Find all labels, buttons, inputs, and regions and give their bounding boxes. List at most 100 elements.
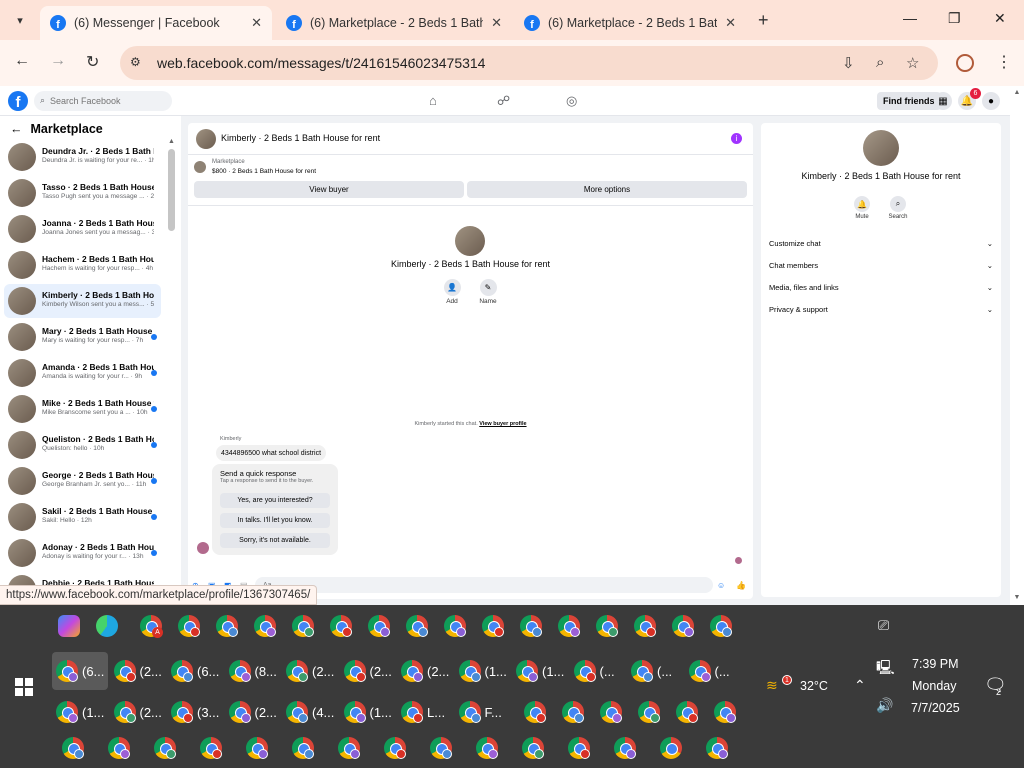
- conversation-item[interactable]: George · 2 Beds 1 Bath Hous... George Bra…: [4, 464, 161, 498]
- meet-now-icon[interactable]: ⎚: [878, 617, 889, 634]
- zoom-icon[interactable]: ⌕: [876, 54, 884, 71]
- tab-messenger[interactable]: f (6) Messenger | Facebook ✕: [40, 6, 272, 40]
- account-icon[interactable]: ●: [982, 92, 1000, 110]
- message-input[interactable]: [255, 577, 713, 593]
- weather-icon[interactable]: ≋: [766, 677, 778, 694]
- home-icon[interactable]: ⌂: [429, 93, 437, 108]
- profile-badge-icon: [585, 672, 596, 682]
- view-buyer-profile-link[interactable]: View buyer profile: [479, 421, 526, 427]
- scroll-up-icon[interactable]: ▲: [1010, 89, 1024, 96]
- clock-date[interactable]: 7/7/2025: [911, 701, 960, 715]
- quick-reply-yes[interactable]: Yes, are you interested?: [220, 493, 330, 508]
- profile-badge-icon: [68, 672, 78, 682]
- groups-icon[interactable]: ◎: [566, 93, 577, 109]
- volume-icon[interactable]: 🔊: [876, 697, 893, 714]
- media-files-links-item[interactable]: Media, files and links ⌄: [769, 281, 993, 293]
- network-icon[interactable]: 🖳: [876, 657, 895, 681]
- profile-badge-icon: [240, 672, 251, 682]
- chat-center-name: Kimberly · 2 Beds 1 Bath House for rent: [390, 259, 551, 269]
- customize-chat-item[interactable]: Customize chat ⌄: [769, 237, 993, 249]
- scroll-down-icon[interactable]: ▼: [1010, 594, 1024, 601]
- chrome-menu-icon[interactable]: ⋮: [996, 52, 1012, 72]
- tab-close-icon[interactable]: ✕: [491, 15, 502, 31]
- chevron-up-icon[interactable]: ⌃: [854, 677, 866, 694]
- install-app-icon[interactable]: ⇩: [842, 54, 855, 72]
- conversation-item[interactable]: Queliston · 2 Beds 1 Bath Ho... Queliston…: [4, 428, 161, 462]
- emoji-icon[interactable]: ☺: [717, 581, 725, 590]
- conversation-item[interactable]: Deundra Jr. · 2 Beds 1 Bath Ho...Deundra…: [4, 140, 161, 174]
- quick-reply-not-available[interactable]: Sorry, it's not available.: [220, 533, 330, 548]
- address-bar[interactable]: ⚙ web.facebook.com/messages/t/2416154602…: [120, 46, 938, 80]
- facebook-favicon-icon: f: [286, 15, 302, 31]
- weather-temp[interactable]: 32°C: [800, 679, 828, 693]
- chat-members-item[interactable]: Chat members ⌄: [769, 259, 993, 271]
- back-button[interactable]: ←: [14, 52, 30, 70]
- conversation-title: Tasso · 2 Beds 1 Bath House fo...: [42, 182, 154, 192]
- name-button[interactable]: ✎ Name: [473, 279, 503, 305]
- page-scrollbar[interactable]: ▲ ▼: [1010, 86, 1024, 605]
- privacy-support-item[interactable]: Privacy & support ⌄: [769, 303, 993, 315]
- conversation-item[interactable]: Hachem · 2 Beds 1 Bath House...Hachem is…: [4, 248, 161, 282]
- close-window-button[interactable]: ✕: [994, 10, 1006, 27]
- conversation-item[interactable]: Kimberly · 2 Beds 1 Bath Hous...Kimberly…: [4, 284, 161, 318]
- chat-title[interactable]: Kimberly · 2 Beds 1 Bath House for rent: [221, 133, 380, 143]
- notification-count: 2: [996, 687, 1002, 697]
- info-icon[interactable]: i: [731, 133, 742, 144]
- reload-button[interactable]: ↻: [86, 52, 99, 72]
- avatar: [8, 539, 36, 567]
- tab-close-icon[interactable]: ✕: [725, 15, 736, 31]
- edge-icon[interactable]: [96, 615, 118, 637]
- marketplace-header: ← Marketplace: [10, 122, 103, 136]
- list-scrollbar[interactable]: ▲: [168, 138, 176, 258]
- profile-badge-icon: [488, 749, 498, 759]
- forward-button[interactable]: →: [50, 52, 66, 70]
- message-bubble: 4344896500 what school district: [216, 445, 327, 461]
- chrome-taskbar-icon[interactable]: [660, 737, 682, 759]
- unread-dot: [151, 550, 157, 556]
- avatar[interactable]: [196, 129, 216, 149]
- more-options-button[interactable]: More options: [467, 181, 747, 198]
- minimize-button[interactable]: —: [903, 10, 917, 26]
- profile-badge-icon: [722, 627, 732, 637]
- notification-badge: 6: [970, 88, 981, 99]
- conversation-item[interactable]: Sakil · 2 Beds 1 Bath House f... Sakil: H…: [4, 500, 161, 534]
- profile-badge-icon: [470, 672, 481, 682]
- tab-marketplace-2[interactable]: f (6) Marketplace - 2 Beds 1 Bath ✕: [514, 6, 746, 40]
- friends-icon[interactable]: ☍: [497, 93, 510, 109]
- scroll-thumb[interactable]: [168, 149, 175, 231]
- new-tab-button[interactable]: +: [758, 10, 769, 31]
- search-button[interactable]: ⌕ Search: [883, 196, 913, 220]
- restore-button[interactable]: ❐: [948, 10, 961, 27]
- conversation-item[interactable]: Joanna · 2 Beds 1 Bath House ...Joanna J…: [4, 212, 161, 246]
- conversation-item[interactable]: Tasso · 2 Beds 1 Bath House fo...Tasso P…: [4, 176, 161, 210]
- facebook-logo-icon[interactable]: f: [8, 91, 28, 111]
- profile-badge-icon: [700, 672, 711, 682]
- site-info-icon[interactable]: ⚙: [130, 55, 141, 69]
- quick-reply-in-talks[interactable]: In talks. I'll let you know.: [220, 513, 330, 528]
- scroll-up-icon[interactable]: ▲: [168, 138, 176, 145]
- mute-button[interactable]: 🔔 Mute: [847, 196, 877, 220]
- profile-icon[interactable]: [956, 54, 974, 72]
- profile-badge-icon: [355, 713, 366, 723]
- tab-marketplace-1[interactable]: f (6) Marketplace - 2 Beds 1 Bath ✕: [276, 6, 512, 40]
- add-button[interactable]: 👤 Add: [437, 279, 467, 305]
- bookmark-star-icon[interactable]: ☆: [906, 54, 919, 72]
- profile-badge-icon: [580, 749, 590, 759]
- like-icon[interactable]: 👍: [736, 581, 746, 590]
- copilot-icon[interactable]: [58, 615, 80, 637]
- windows-start-icon[interactable]: [15, 678, 33, 696]
- back-arrow-icon[interactable]: ←: [10, 122, 23, 136]
- clock-day[interactable]: Monday: [912, 679, 956, 693]
- conversation-item[interactable]: Adonay · 2 Beds 1 Bath Hous... Adonay is …: [4, 536, 161, 570]
- clock-time[interactable]: 7:39 PM: [912, 657, 959, 671]
- conversation-item[interactable]: Mary · 2 Beds 1 Bath House ... Mary is wa…: [4, 320, 161, 354]
- view-buyer-button[interactable]: View buyer: [194, 181, 464, 198]
- conversation-item[interactable]: Mike · 2 Beds 1 Bath House f... Mike Bran…: [4, 392, 161, 426]
- tab-close-icon[interactable]: ✕: [251, 15, 262, 31]
- conversation-item[interactable]: Amanda · 2 Beds 1 Bath Hou... Amanda is w…: [4, 356, 161, 390]
- find-friends-button[interactable]: Find friends: [877, 92, 941, 110]
- menu-grid-icon[interactable]: ▦: [934, 92, 952, 110]
- tab-search-button[interactable]: ▾: [8, 8, 32, 32]
- facebook-search-input[interactable]: [34, 91, 172, 111]
- conversation-title: Kimberly · 2 Beds 1 Bath Hous...: [42, 290, 154, 300]
